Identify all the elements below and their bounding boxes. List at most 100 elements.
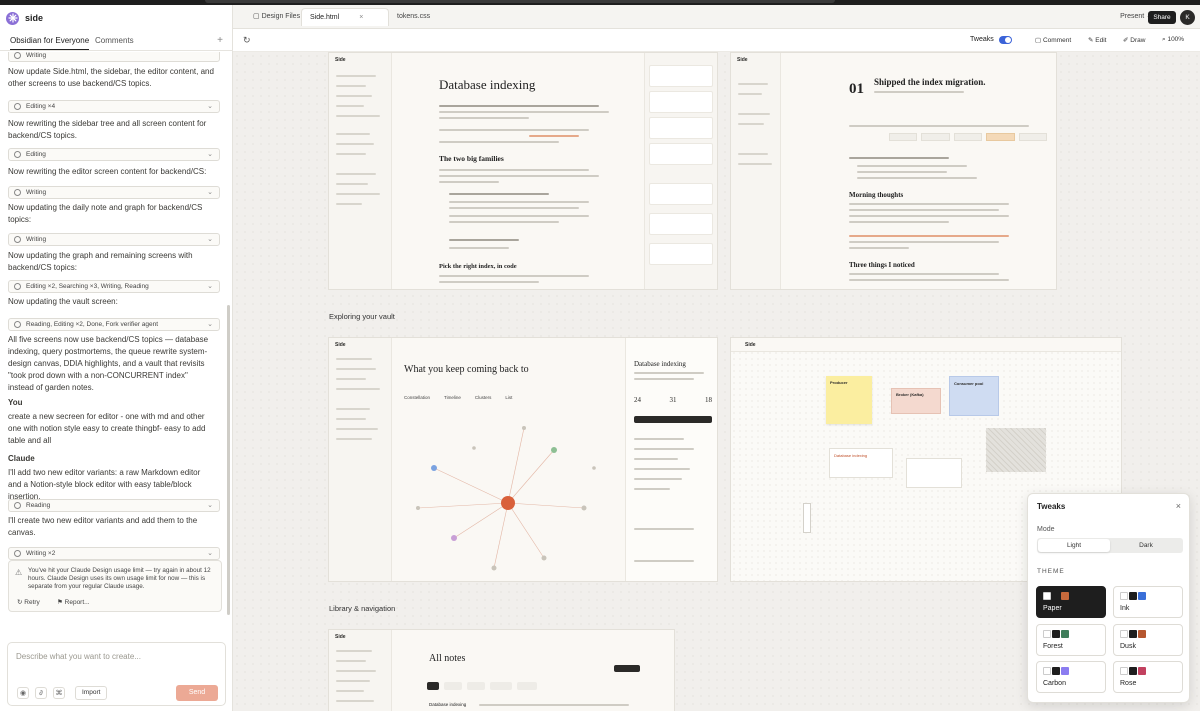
tool-chip[interactable]: Writing ⌄ (8, 233, 220, 246)
theme-color-dots (1120, 592, 1146, 600)
zoom-level[interactable]: ⌕ 100% (1162, 36, 1184, 44)
close-icon[interactable]: × (1176, 501, 1181, 511)
chevron-down-icon[interactable]: ⌄ (207, 549, 213, 557)
reload-icon[interactable]: ↻ (243, 35, 251, 46)
mention-icon[interactable]: ⌘ (53, 687, 65, 699)
theme-color-dots (1043, 592, 1069, 600)
stat-edits: 18 (705, 396, 712, 404)
send-button[interactable]: Send (176, 685, 218, 701)
retry-button[interactable]: ↻ Retry (17, 598, 40, 606)
add-tab-icon[interactable]: + (217, 35, 223, 46)
message-author: You (8, 398, 23, 407)
composer[interactable]: Describe what you want to create... ◉ ∂ … (7, 642, 226, 706)
vault-title: All notes (429, 653, 466, 664)
graph-tab-constellation[interactable]: Constellation (404, 395, 430, 400)
tool-chip[interactable]: Editing ×2, Searching ×3, Writing, Readi… (8, 280, 220, 293)
project-header[interactable]: side (6, 11, 43, 25)
message-author: Claude (8, 454, 35, 463)
chevron-down-icon[interactable]: ⌄ (207, 188, 213, 196)
import-button[interactable]: Import (75, 686, 108, 700)
message-text: I'll add two new editor variants: a raw … (8, 468, 201, 501)
chevron-down-icon[interactable]: ⌄ (207, 102, 213, 110)
chat-scrollbar[interactable] (227, 305, 230, 615)
composer-input[interactable]: Describe what you want to create... (16, 652, 141, 661)
graph-tab-list[interactable]: List (505, 395, 512, 400)
theme-dusk[interactable]: Dusk (1113, 624, 1183, 656)
tool-icon (14, 52, 21, 59)
tab-design-files[interactable]: ▢ Design Files (245, 8, 308, 26)
chevron-down-icon[interactable]: ⌄ (207, 150, 213, 158)
edit-button[interactable]: ✎ Edit (1088, 36, 1106, 44)
theme-rose[interactable]: Rose (1113, 661, 1183, 693)
warning-icon: ⚠ (15, 568, 23, 577)
mode-dark[interactable]: Dark (1110, 539, 1182, 552)
graph-tab-timeline[interactable]: Timeline (444, 395, 461, 400)
project-name: side (25, 13, 44, 23)
tool-icon (14, 103, 21, 110)
section-library-navigation: Library & navigation (329, 604, 396, 613)
tweaks-title: Tweaks (1037, 502, 1066, 511)
graph-visualization[interactable] (394, 408, 624, 582)
board-sidebar: Side (329, 630, 392, 711)
close-tab-icon[interactable]: × (359, 14, 363, 21)
tool-chip[interactable]: Writing (8, 52, 220, 62)
daily-heading-2: Three things I noticed (849, 261, 915, 269)
chevron-down-icon[interactable]: ⌄ (207, 282, 213, 290)
sticky-consumer-pool[interactable]: Consumer pool (949, 376, 999, 416)
chevron-down-icon[interactable]: ⌄ (207, 501, 213, 509)
comment-button[interactable]: ▢ Comment (1035, 36, 1071, 44)
tool-chip[interactable]: Editing ⌄ (8, 148, 220, 161)
tweaks-panel: Tweaks × Mode Light Dark THEME Paper Ink F… (1027, 493, 1190, 703)
sticky-broker[interactable]: Broker (Kafka) (891, 388, 941, 414)
paperclip-icon[interactable]: ∂ (35, 687, 47, 699)
attach-icon[interactable]: ◉ (17, 687, 29, 699)
tool-chip[interactable]: Writing ×2 ⌄ (8, 547, 220, 560)
note-card[interactable]: Database indexing (829, 448, 893, 478)
avatar[interactable]: K (1180, 10, 1195, 25)
board-sidebar: Side (731, 53, 781, 289)
mode-segmented-control: Light Dark (1037, 538, 1183, 553)
claude-logo-icon (6, 11, 19, 25)
share-button[interactable]: Share (1148, 11, 1176, 24)
tool-icon (14, 321, 21, 328)
open-note-button[interactable] (634, 416, 712, 423)
tweaks-label: Tweaks (970, 36, 994, 43)
chevron-down-icon[interactable]: ⌄ (207, 235, 213, 243)
artboard-vault[interactable]: Side All notes Database indexing (328, 629, 675, 711)
vault-item[interactable]: Database indexing (429, 702, 466, 707)
daily-date: 01 (849, 81, 864, 97)
theme-ink[interactable]: Ink (1113, 586, 1183, 618)
tab-side-html[interactable]: Side.html × (301, 8, 389, 26)
editor-heading-2: The two big families (439, 154, 504, 163)
artboard-daily-note[interactable]: Side 01 Shipped the index migration. Mor… (730, 52, 1057, 290)
draw-button[interactable]: ✐ Draw (1123, 36, 1145, 44)
new-note-button[interactable] (614, 665, 640, 672)
tool-chip[interactable]: Editing ×4 ⌄ (8, 100, 220, 113)
report-button[interactable]: ⚑ Report... (57, 598, 90, 606)
theme-forest[interactable]: Forest (1036, 624, 1106, 656)
artboard-graph[interactable]: Side What you keep coming back to Conste… (328, 337, 718, 582)
sticky-producer[interactable]: Producer (826, 376, 872, 424)
tweaks-toggle[interactable] (999, 36, 1012, 44)
theme-name: Paper (1043, 605, 1062, 612)
artboard-editor[interactable]: Side Database indexing The two big famil… (328, 52, 718, 290)
board-sidebar: Side (329, 53, 392, 289)
mode-label: Mode (1037, 526, 1055, 533)
tab-project[interactable]: Obsidian for Everyone (10, 36, 90, 50)
theme-carbon[interactable]: Carbon (1036, 661, 1106, 693)
theme-paper[interactable]: Paper (1036, 586, 1106, 618)
graph-note-panel: Database indexing 24 31 18 (625, 338, 717, 581)
graph-note-title: Database indexing (634, 360, 686, 368)
tool-chip[interactable]: Reading, Editing ×2, Done, Fork verifier… (8, 318, 220, 331)
theme-name: Forest (1043, 643, 1063, 650)
chevron-down-icon[interactable]: ⌄ (207, 320, 213, 328)
tab-tokens-css[interactable]: tokens.css (389, 8, 438, 26)
tool-chip[interactable]: Reading ⌄ (8, 499, 220, 512)
left-panel: side Obsidian for Everyone Comments + Wr… (0, 5, 233, 711)
tool-chip[interactable]: Writing ⌄ (8, 186, 220, 199)
url-pill (205, 0, 835, 3)
tab-comments[interactable]: Comments (95, 36, 134, 45)
message-text: I'll create two new editor variants and … (8, 516, 198, 537)
graph-tab-clusters[interactable]: Clusters (475, 395, 492, 400)
mode-light[interactable]: Light (1038, 539, 1110, 552)
